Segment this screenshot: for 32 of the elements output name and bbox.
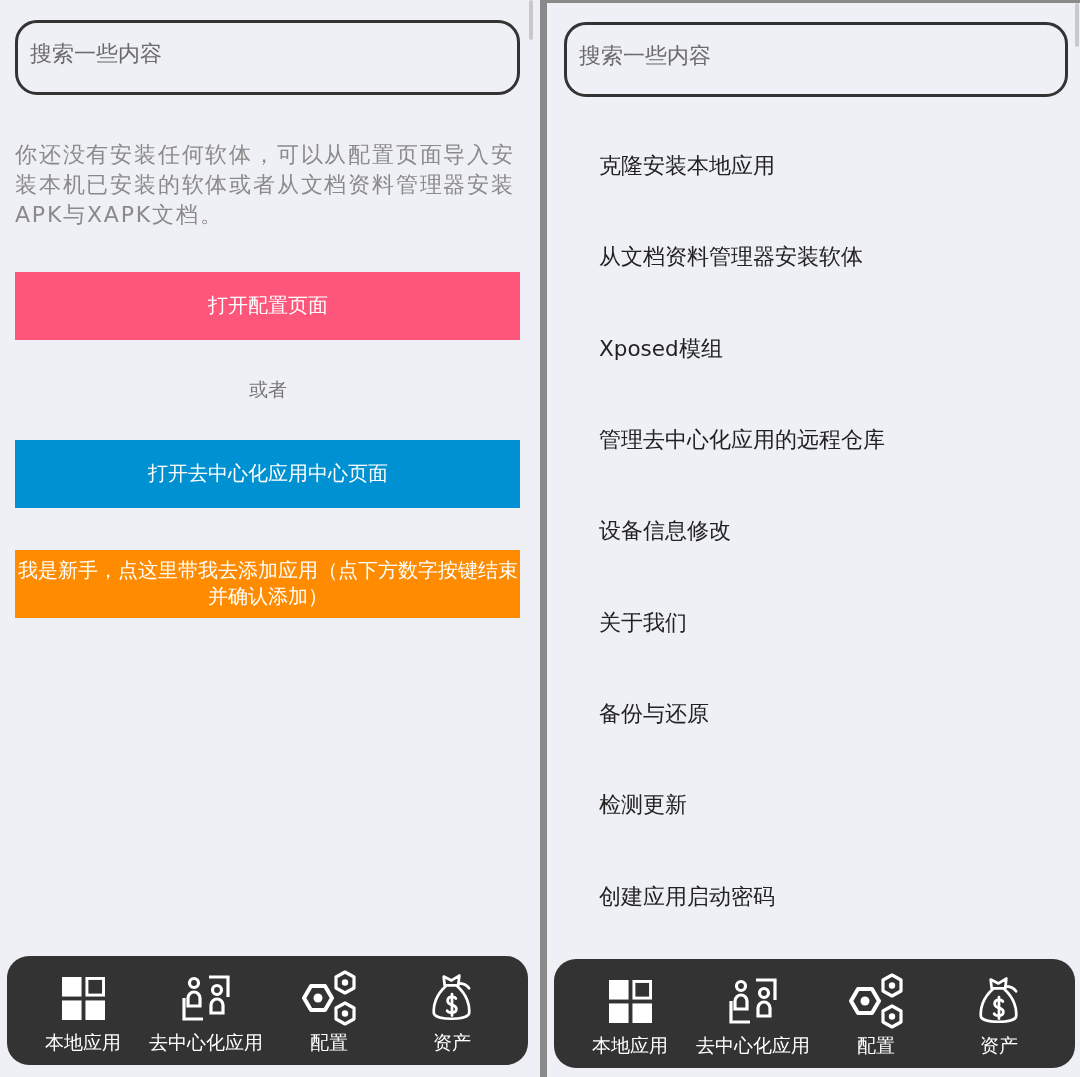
grid-icon (608, 979, 652, 1023)
search-field[interactable]: 搜索一些内容 (564, 22, 1068, 97)
nav-tab[interactable]: 本地应用 (569, 973, 692, 1057)
menu-item[interactable]: 创建应用启动密码 (599, 881, 775, 911)
people-icon (182, 975, 231, 1021)
nav-tab[interactable]: 去中心化应用 (691, 973, 815, 1057)
scrollbar-thumb (1075, 3, 1079, 47)
scrollbar-thumb (529, 0, 533, 40)
nav-tab[interactable]: 配置 (267, 970, 391, 1054)
menu-item[interactable]: 关于我们 (599, 607, 687, 637)
nav-tab[interactable]: 本地应用 (22, 970, 145, 1054)
menu-item[interactable]: 克隆安装本地应用 (599, 151, 775, 181)
menu-item[interactable]: 检测更新 (599, 790, 687, 820)
nav-tab[interactable]: 去中心化应用 (144, 970, 268, 1054)
menu-item[interactable]: 备份与还原 (599, 698, 709, 728)
separator-label: 或者 (248, 377, 287, 402)
hexagons-icon (301, 970, 356, 1026)
action-button[interactable]: 打开去中心化应用中心页面 (15, 440, 520, 508)
menu-item[interactable]: 从文档资料管理器安装软体 (599, 242, 863, 272)
nav-tab[interactable]: 资产 (390, 970, 513, 1054)
grid-icon (61, 976, 105, 1020)
empty-message: 你还没有安装任何软体，可以从配置页面导入安装本机已安装的软体或者从文档资料管理器安装APK与XAPK文档。 (15, 141, 516, 229)
money-bag-icon (431, 973, 473, 1023)
people-icon (729, 978, 778, 1024)
menu-item[interactable]: Xposed模组 (599, 333, 723, 363)
nav-tab[interactable]: 资产 (937, 973, 1060, 1057)
search-field[interactable]: 搜索一些内容 (15, 20, 520, 95)
hexagons-icon (848, 973, 903, 1029)
money-bag-icon (978, 976, 1020, 1026)
menu-item[interactable]: 管理去中心化应用的远程仓库 (599, 425, 885, 455)
nav-tab[interactable]: 配置 (814, 973, 938, 1057)
menu-item[interactable]: 设备信息修改 (599, 516, 731, 546)
